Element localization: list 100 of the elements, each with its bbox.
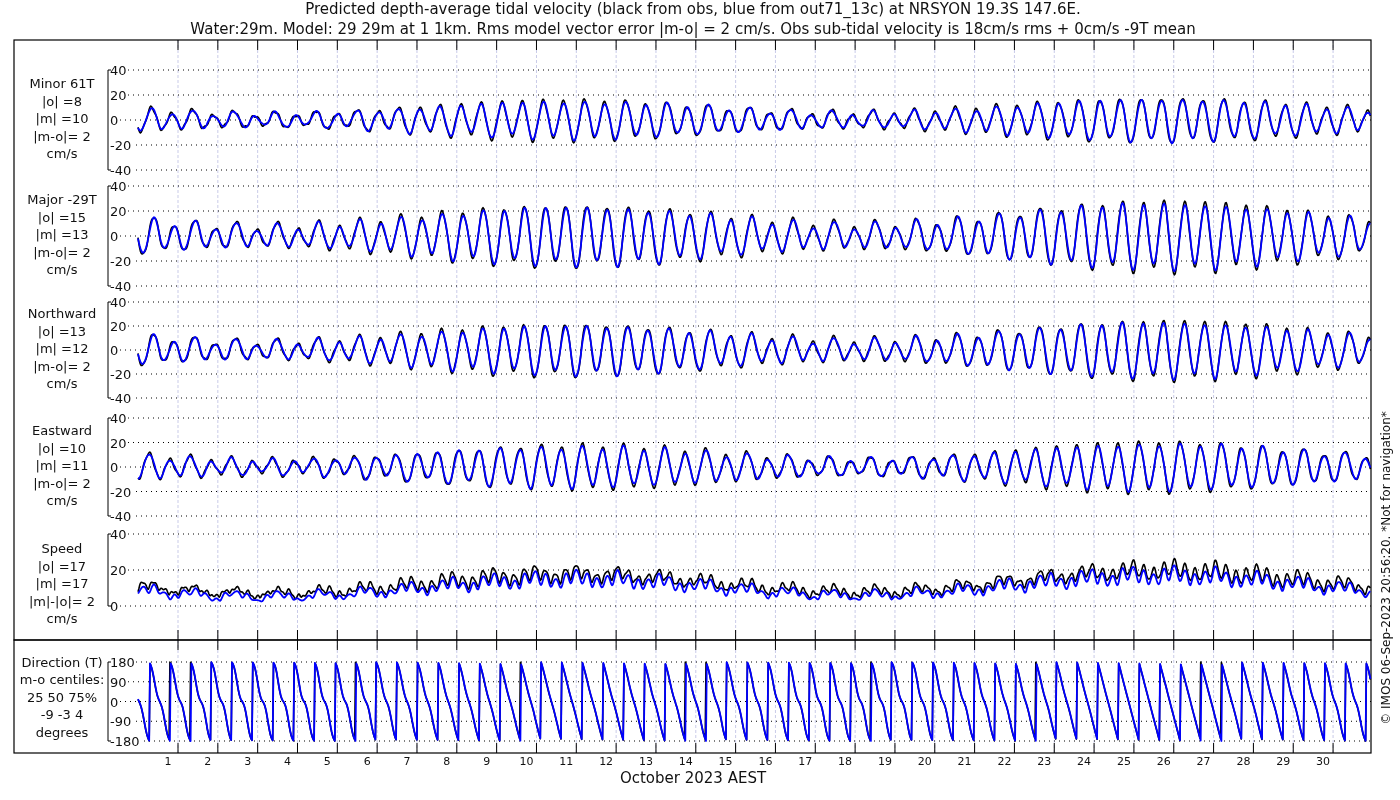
y-tick-label: 40 (110, 295, 127, 310)
x-tick-mark (376, 742, 378, 754)
y-tick-label: 0 (110, 113, 119, 128)
x-tick-mark (615, 742, 617, 754)
x-tick-label: 15 (718, 755, 733, 768)
x-tick-mark (376, 39, 378, 51)
x-tick-mark (1133, 39, 1135, 51)
y-tick-label: 20 (110, 563, 127, 578)
y-tick-label: 0 (110, 599, 119, 614)
x-tick-mark (336, 742, 338, 754)
x-tick-mark (655, 39, 657, 51)
x-tick-mark (774, 742, 776, 754)
y-tick-label: 0 (110, 229, 119, 244)
y-tick-label: -20 (110, 484, 132, 500)
x-tick-mark (575, 742, 577, 754)
y-tick-label: 20 (110, 88, 127, 103)
x-tick-label: 28 (1236, 755, 1251, 768)
panel-label: |m| =10 (35, 111, 89, 126)
panel-label: cm/s (46, 376, 78, 391)
y-tick-label: 20 (110, 435, 127, 451)
x-tick-label: 19 (877, 755, 892, 768)
credit-note: © IMOS 06-Sep-2023 20:56:20. *Not for navigation* (1379, 411, 1393, 725)
panel-label: |m|-|o|= 2 (28, 593, 96, 609)
panel-label: m-o centiles: (19, 672, 105, 687)
x-tick-label: 20 (917, 755, 932, 768)
y-tick-label: 40 (110, 179, 127, 194)
x-tick-label: 21 (957, 755, 972, 768)
x-tick-mark (974, 742, 976, 754)
chart-title: Water:29m. Model: 29 29m at 1 1km. Rms model vector error |m-o| = 2 cm/s. Obs sub-tidal velocity is 18cm/s rms + 0cm/s -9T mean (190, 20, 1196, 38)
panel-label: |m-o|= 2 (33, 475, 91, 491)
y-tick-label: -180 (110, 734, 140, 749)
x-tick-label: 8 (443, 755, 451, 768)
x-tick-mark (496, 742, 498, 754)
x-tick-mark (416, 742, 418, 754)
x-tick-mark (735, 742, 737, 754)
x-tick-mark (297, 742, 298, 754)
x-tick-mark (1332, 742, 1334, 754)
x-tick-mark (1133, 742, 1135, 754)
x-tick-mark (934, 742, 936, 754)
panel-label: |m| =17 (35, 576, 89, 591)
x-tick-mark (814, 39, 816, 51)
y-tick-label: -40 (110, 163, 132, 178)
panel-label: |m-o|= 2 (33, 244, 91, 260)
x-tick-mark (695, 39, 697, 51)
y-tick-label: 90 (110, 674, 127, 690)
x-tick-label: 24 (1077, 755, 1092, 768)
panel-label: Direction (T) (21, 654, 103, 670)
y-tick-label: -20 (110, 367, 132, 382)
x-tick-mark (535, 39, 537, 51)
x-tick-mark (1292, 742, 1294, 754)
x-tick-label: 22 (997, 755, 1012, 768)
x-tick-label: 9 (483, 755, 491, 768)
x-tick-mark (1252, 39, 1254, 51)
x-tick-mark (456, 39, 458, 51)
panel-label: -9 -3 4 (40, 707, 84, 722)
y-tick-label: 20 (110, 204, 127, 219)
y-tick-label: 0 (110, 694, 119, 710)
x-tick-mark (615, 39, 617, 51)
x-tick-label: 30 (1316, 755, 1331, 768)
x-tick-label: 5 (323, 755, 331, 768)
x-tick-mark (416, 39, 418, 51)
panel-label: |o| =10 (37, 440, 87, 456)
x-tick-mark (1053, 742, 1055, 754)
y-tick-label: -20 (110, 138, 132, 153)
x-tick-label: 2 (204, 755, 212, 768)
y-tick-label: 40 (110, 527, 127, 542)
x-tick-mark (177, 39, 179, 51)
x-tick-mark (1213, 742, 1215, 754)
x-tick-mark (1332, 39, 1334, 51)
x-tick-mark (336, 39, 338, 51)
x-tick-mark (1013, 39, 1015, 51)
y-tick-label: -40 (110, 509, 132, 524)
x-tick-mark (854, 39, 856, 51)
x-tick-mark (575, 39, 577, 51)
panel-label: |o| =15 (37, 209, 87, 225)
y-tick-label: 180 (110, 655, 135, 670)
x-tick-mark (257, 742, 259, 754)
y-tick-label: 40 (110, 63, 127, 78)
x-tick-mark (894, 39, 896, 51)
panel-label: |m-o|= 2 (33, 358, 91, 374)
panel-label: cm/s (46, 611, 78, 626)
x-tick-mark (1252, 742, 1254, 754)
panel-label: |o| =17 (37, 558, 87, 574)
x-tick-mark (217, 39, 219, 51)
panel-label: degrees (35, 724, 89, 740)
panel-label: |o| =13 (37, 323, 87, 339)
x-tick-mark (974, 39, 976, 51)
x-tick-mark (1093, 742, 1095, 754)
panel-label: Speed (41, 541, 83, 556)
x-axis-label: October 2023 AEST (619, 769, 767, 787)
y-tick-label: 0 (110, 343, 119, 358)
x-tick-mark (695, 742, 697, 754)
chart-title: Predicted depth-average tidal velocity (black from obs, blue from out71_13c) at NRSYON 19.3S 147.6E. (305, 0, 1081, 18)
x-tick-label: 14 (678, 755, 693, 768)
panel-label: |m| =12 (35, 341, 89, 356)
x-tick-mark (1013, 742, 1015, 754)
x-tick-mark (1053, 39, 1055, 51)
x-tick-mark (1292, 39, 1294, 51)
x-tick-mark (1213, 39, 1215, 51)
x-tick-mark (655, 742, 657, 754)
